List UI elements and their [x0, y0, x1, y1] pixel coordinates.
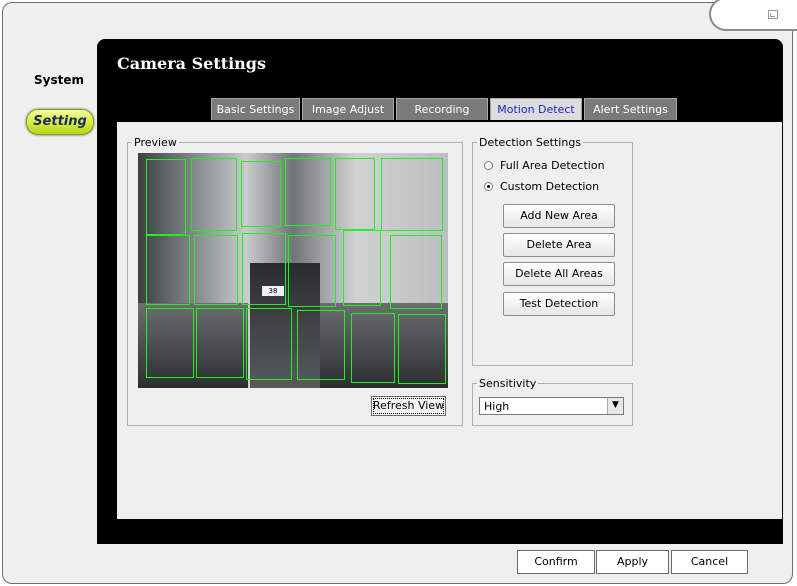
sensitivity-legend: Sensitivity: [479, 377, 537, 390]
tab-recording[interactable]: Recording: [396, 98, 488, 120]
detection-area[interactable]: [241, 161, 281, 227]
detection-area[interactable]: [196, 308, 244, 378]
preview-legend: Preview: [134, 136, 177, 149]
custom-detection-radio[interactable]: [484, 182, 493, 191]
detection-area[interactable]: [194, 235, 238, 305]
sidebar-item-system[interactable]: System: [34, 73, 84, 87]
delete-area-button[interactable]: Delete Area: [503, 233, 615, 257]
detection-area[interactable]: [246, 308, 292, 380]
full-area-detection-label[interactable]: Full Area Detection: [500, 159, 605, 172]
custom-detection-label[interactable]: Custom Detection: [500, 180, 599, 193]
detection-area[interactable]: [146, 235, 190, 305]
detection-area[interactable]: [398, 314, 446, 384]
detection-area[interactable]: [285, 158, 331, 226]
detection-area[interactable]: [146, 308, 194, 378]
sidebar-item-setting[interactable]: Setting: [26, 109, 94, 135]
detection-area[interactable]: [381, 158, 443, 231]
detection-area[interactable]: [297, 310, 345, 380]
detection-area[interactable]: [191, 158, 237, 231]
detection-area[interactable]: [146, 159, 186, 235]
detection-settings-legend: Detection Settings: [479, 136, 582, 149]
detection-area[interactable]: [343, 230, 381, 306]
detection-area[interactable]: [288, 235, 336, 307]
test-detection-button[interactable]: Test Detection: [503, 292, 615, 316]
tab-image-adjust[interactable]: Image Adjust: [302, 98, 394, 120]
camera-preview-image[interactable]: 38: [138, 153, 448, 388]
apply-button[interactable]: Apply: [596, 550, 669, 574]
cancel-button[interactable]: Cancel: [671, 550, 748, 574]
add-new-area-button[interactable]: Add New Area: [503, 204, 615, 228]
confirm-button[interactable]: Confirm: [517, 550, 595, 574]
chevron-down-icon[interactable]: ▼: [607, 398, 623, 414]
window-title-tab: [709, 0, 797, 31]
page-title: Camera Settings: [117, 54, 266, 73]
detection-area[interactable]: [351, 313, 395, 383]
tab-motion-detect[interactable]: Motion Detect: [490, 98, 582, 120]
sensitivity-select[interactable]: High ▼: [479, 397, 624, 415]
tab-alert-settings[interactable]: Alert Settings: [584, 98, 677, 120]
sensitivity-value: High: [484, 400, 510, 413]
full-area-detection-radio[interactable]: [484, 161, 493, 170]
tab-basic-settings[interactable]: Basic Settings: [211, 98, 300, 120]
restore-window-icon[interactable]: [768, 10, 778, 19]
delete-all-areas-button[interactable]: Delete All Areas: [503, 262, 615, 286]
detection-area[interactable]: [242, 233, 286, 305]
refresh-view-button[interactable]: Refresh View: [371, 396, 446, 416]
detection-area[interactable]: [390, 235, 442, 309]
detection-area[interactable]: [335, 158, 375, 230]
